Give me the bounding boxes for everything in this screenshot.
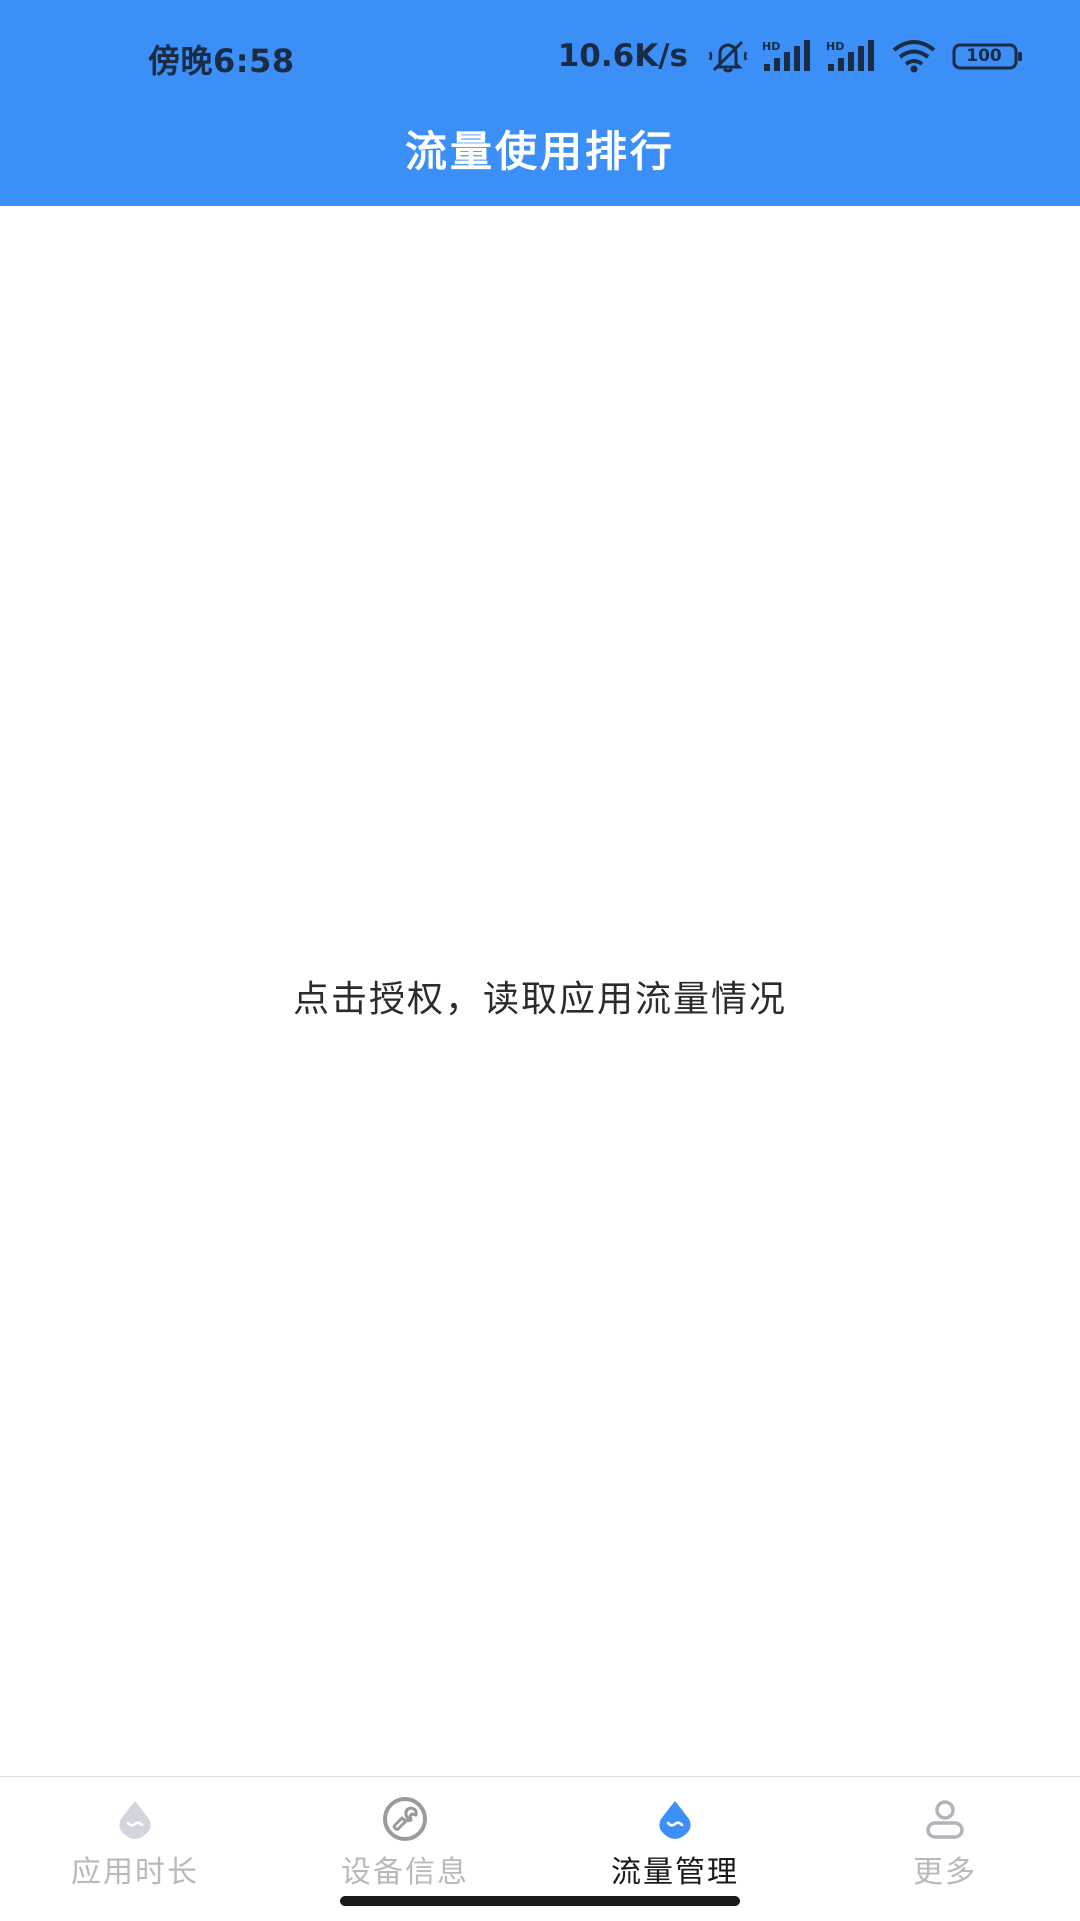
signal-hd-icon: HD: [762, 38, 812, 74]
tab-label: 设备信息: [341, 1855, 469, 1890]
mute-bell-icon: [708, 38, 748, 74]
page-title: 流量使用排行: [404, 127, 675, 176]
home-indicator[interactable]: [340, 1896, 740, 1906]
status-bar: 傍晚6:58 10.6K/s HD HD 100: [0, 0, 1080, 110]
svg-text:HD: HD: [762, 40, 780, 53]
tab-label: 更多: [913, 1855, 977, 1890]
wrench-icon: [381, 1795, 429, 1843]
status-time: 傍晚6:58: [148, 42, 295, 80]
svg-text:HD: HD: [826, 40, 844, 53]
tab-more[interactable]: 更多: [810, 1777, 1080, 1921]
tab-app-usage[interactable]: 应用时长: [0, 1777, 270, 1921]
app-header: 傍晚6:58 10.6K/s HD HD 100 流量使用排行: [0, 0, 1080, 206]
battery-level: 100: [966, 46, 1002, 66]
signal-hd-icon: HD: [826, 38, 876, 74]
tab-label: 流量管理: [611, 1855, 739, 1890]
person-icon: [921, 1795, 969, 1843]
status-icons: 10.6K/s HD HD 100: [558, 38, 1024, 74]
droplet-icon: [651, 1795, 699, 1843]
battery-icon: 100: [952, 38, 1024, 74]
droplet-icon: [111, 1795, 159, 1843]
main-content: 点击授权，读取应用流量情况: [0, 206, 1080, 1776]
network-speed: 10.6K/s: [557, 38, 688, 74]
wifi-icon: [890, 38, 938, 74]
authorize-prompt[interactable]: 点击授权，读取应用流量情况: [0, 970, 1080, 1022]
tab-label: 应用时长: [71, 1855, 199, 1890]
